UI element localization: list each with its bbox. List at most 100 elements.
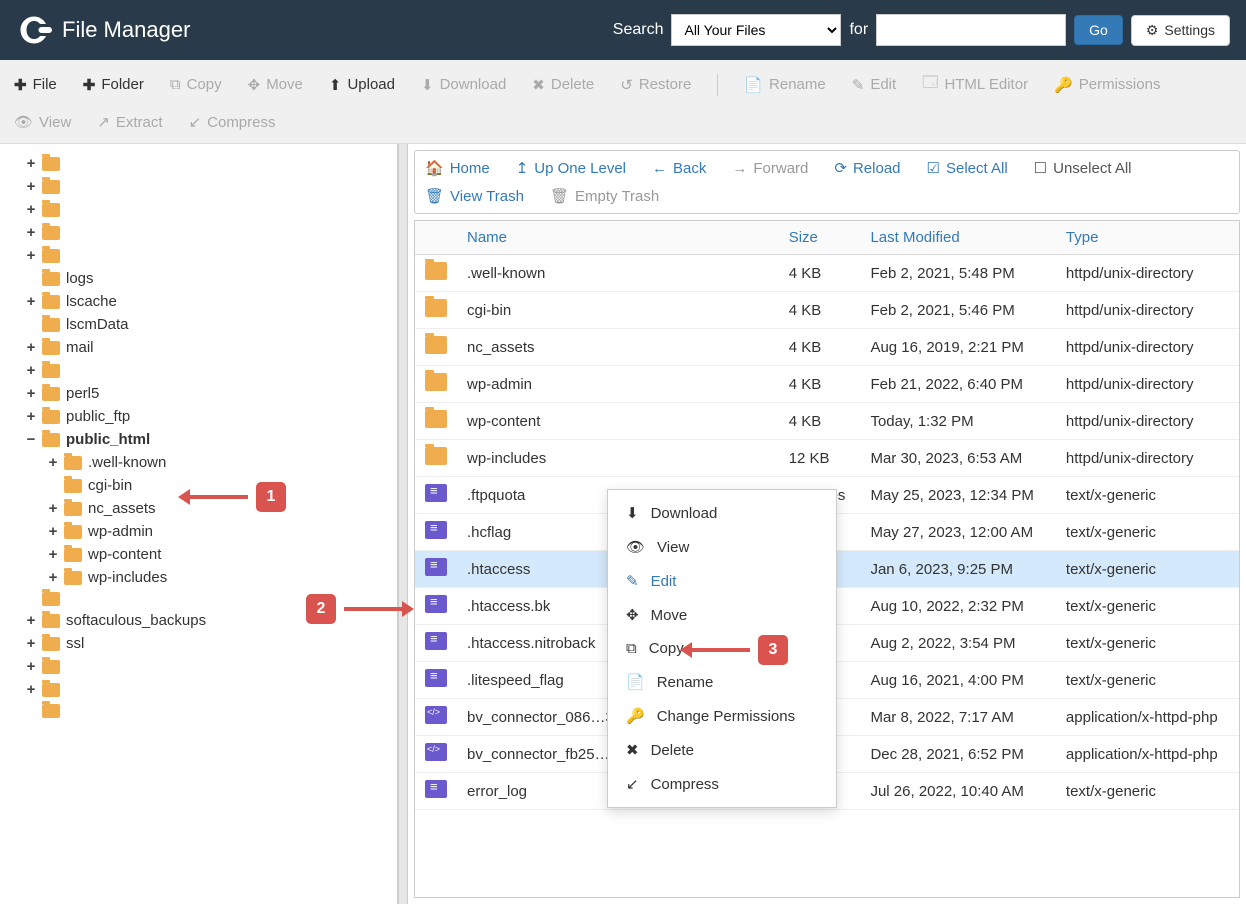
tree-toggle[interactable]: + bbox=[24, 247, 38, 264]
tree-toggle[interactable]: + bbox=[24, 635, 38, 652]
search-scope-select[interactable]: All Your Files bbox=[671, 14, 841, 46]
tree-toggle[interactable]: + bbox=[24, 224, 38, 241]
up-one-level-button[interactable]: ↥Up One Level bbox=[516, 159, 626, 177]
table-row[interactable]: .well-known4 KBFeb 2, 2021, 5:48 PMhttpd… bbox=[415, 255, 1239, 292]
cm-permissions[interactable]: 🔑Change Permissions bbox=[608, 699, 836, 733]
tree-item[interactable]: + bbox=[0, 221, 397, 244]
edit-button[interactable]: ✎Edit bbox=[848, 70, 900, 100]
splitter[interactable] bbox=[398, 144, 408, 904]
settings-button[interactable]: ⚙ Settings bbox=[1131, 15, 1230, 46]
move-icon: ✥ bbox=[248, 76, 261, 94]
cm-edit[interactable]: ✎Edit bbox=[608, 564, 836, 598]
tree-item[interactable]: + bbox=[0, 655, 397, 678]
tree-toggle[interactable]: + bbox=[24, 201, 38, 218]
move-button[interactable]: ✥Move bbox=[244, 70, 307, 100]
tree-item[interactable]: +wp-includes bbox=[0, 566, 397, 589]
tree-toggle[interactable]: + bbox=[46, 546, 60, 563]
checkbox-icon: ☑ bbox=[927, 159, 940, 177]
table-row[interactable]: cgi-bin4 KBFeb 2, 2021, 5:46 PMhttpd/uni… bbox=[415, 292, 1239, 329]
restore-button[interactable]: ↺Restore bbox=[616, 70, 695, 100]
tree-item[interactable]: +.well-known bbox=[0, 451, 397, 474]
tree-toggle[interactable]: + bbox=[24, 178, 38, 195]
forward-button[interactable]: →Forward bbox=[732, 160, 808, 177]
tree-item[interactable]: lscmData bbox=[0, 313, 397, 336]
table-row[interactable]: nc_assets4 KBAug 16, 2019, 2:21 PMhttpd/… bbox=[415, 329, 1239, 366]
tree-toggle[interactable]: + bbox=[24, 658, 38, 675]
rename-icon: 📄 bbox=[744, 76, 763, 94]
col-size[interactable]: Size bbox=[779, 221, 861, 255]
tree-item[interactable]: +public_ftp bbox=[0, 405, 397, 428]
tree-toggle[interactable]: + bbox=[46, 523, 60, 540]
tree-toggle[interactable]: + bbox=[24, 385, 38, 402]
folder-icon bbox=[64, 456, 82, 470]
new-folder-button[interactable]: ✚Folder bbox=[79, 70, 148, 100]
table-row[interactable]: wp-includes12 KBMar 30, 2023, 6:53 AMhtt… bbox=[415, 440, 1239, 477]
back-button[interactable]: ←Back bbox=[652, 160, 706, 177]
folder-icon bbox=[42, 683, 60, 697]
folder-tree[interactable]: +++++logs+lscachelscmData+mail++perl5+pu… bbox=[0, 144, 398, 904]
col-type[interactable]: Type bbox=[1056, 221, 1239, 255]
cm-download[interactable]: ⬇Download bbox=[608, 496, 836, 530]
search-label: Search bbox=[613, 21, 664, 39]
tree-toggle[interactable]: + bbox=[24, 681, 38, 698]
empty-trash-button[interactable]: 🗑Empty Trash bbox=[550, 187, 659, 205]
html-editor-button[interactable]: 🗔HTML Editor bbox=[918, 66, 1032, 103]
copy-button[interactable]: ⧉Copy bbox=[166, 70, 226, 99]
tree-toggle[interactable]: + bbox=[24, 293, 38, 310]
permissions-button[interactable]: 🔑Permissions bbox=[1050, 70, 1164, 100]
tree-item[interactable]: + bbox=[0, 198, 397, 221]
tree-item[interactable]: +lscache bbox=[0, 290, 397, 313]
cell-modified: Aug 16, 2019, 2:21 PM bbox=[860, 329, 1055, 366]
tree-item[interactable]: + bbox=[0, 175, 397, 198]
tree-item[interactable]: −public_html bbox=[0, 428, 397, 451]
tree-toggle[interactable]: + bbox=[24, 612, 38, 629]
table-row[interactable]: wp-admin4 KBFeb 21, 2022, 6:40 PMhttpd/u… bbox=[415, 366, 1239, 403]
rename-button[interactable]: 📄Rename bbox=[740, 70, 829, 100]
reload-button[interactable]: ⟳Reload bbox=[834, 159, 900, 177]
cm-delete[interactable]: ✖Delete bbox=[608, 733, 836, 767]
tree-toggle[interactable]: + bbox=[46, 569, 60, 586]
tree-item[interactable]: + bbox=[0, 359, 397, 382]
home-button[interactable]: 🏠Home bbox=[425, 159, 490, 177]
col-modified[interactable]: Last Modified bbox=[860, 221, 1055, 255]
tree-item[interactable] bbox=[0, 701, 397, 721]
col-name[interactable]: Name bbox=[457, 221, 779, 255]
tree-toggle[interactable]: + bbox=[24, 362, 38, 379]
cm-rename[interactable]: 📄Rename bbox=[608, 665, 836, 699]
new-file-button[interactable]: ✚File bbox=[10, 70, 61, 100]
tree-item[interactable]: + bbox=[0, 244, 397, 267]
tree-toggle[interactable]: + bbox=[24, 339, 38, 356]
tree-toggle[interactable]: + bbox=[46, 500, 60, 517]
select-all-button[interactable]: ☑Select All bbox=[927, 159, 1008, 177]
go-button[interactable]: Go bbox=[1074, 15, 1123, 45]
cm-view[interactable]: 👁View bbox=[608, 530, 836, 564]
col-icon[interactable] bbox=[415, 221, 457, 255]
copy-icon: ⧉ bbox=[170, 76, 181, 93]
tree-toggle[interactable]: + bbox=[24, 408, 38, 425]
tree-item[interactable]: + bbox=[0, 152, 397, 175]
tree-toggle[interactable]: + bbox=[46, 454, 60, 471]
view-trash-button[interactable]: 🗑View Trash bbox=[425, 187, 524, 205]
tree-item[interactable]: +perl5 bbox=[0, 382, 397, 405]
cm-move[interactable]: ✥Move bbox=[608, 598, 836, 632]
upload-button[interactable]: ⬆Upload bbox=[325, 70, 399, 100]
cm-compress[interactable]: ↙Compress bbox=[608, 767, 836, 801]
view-button[interactable]: 👁View bbox=[10, 107, 75, 137]
folder-icon bbox=[42, 318, 60, 332]
tree-item[interactable]: +mail bbox=[0, 336, 397, 359]
compress-button[interactable]: ↙Compress bbox=[185, 107, 280, 137]
tree-item[interactable]: logs bbox=[0, 267, 397, 290]
cell-type: text/x-generic bbox=[1056, 773, 1239, 810]
tree-item[interactable]: +wp-content bbox=[0, 543, 397, 566]
tree-toggle[interactable]: − bbox=[24, 431, 38, 448]
tree-item[interactable]: + bbox=[0, 678, 397, 701]
tree-item[interactable]: +wp-admin bbox=[0, 520, 397, 543]
table-row[interactable]: wp-content4 KBToday, 1:32 PMhttpd/unix-d… bbox=[415, 403, 1239, 440]
unselect-all-button[interactable]: ☐Unselect All bbox=[1034, 159, 1132, 177]
tree-toggle[interactable]: + bbox=[24, 155, 38, 172]
delete-button[interactable]: ✖Delete bbox=[528, 70, 598, 100]
extract-button[interactable]: ↗Extract bbox=[93, 107, 166, 137]
download-button[interactable]: ⬇Download bbox=[417, 70, 510, 100]
tree-item[interactable]: +ssl bbox=[0, 632, 397, 655]
search-input[interactable] bbox=[876, 14, 1066, 46]
